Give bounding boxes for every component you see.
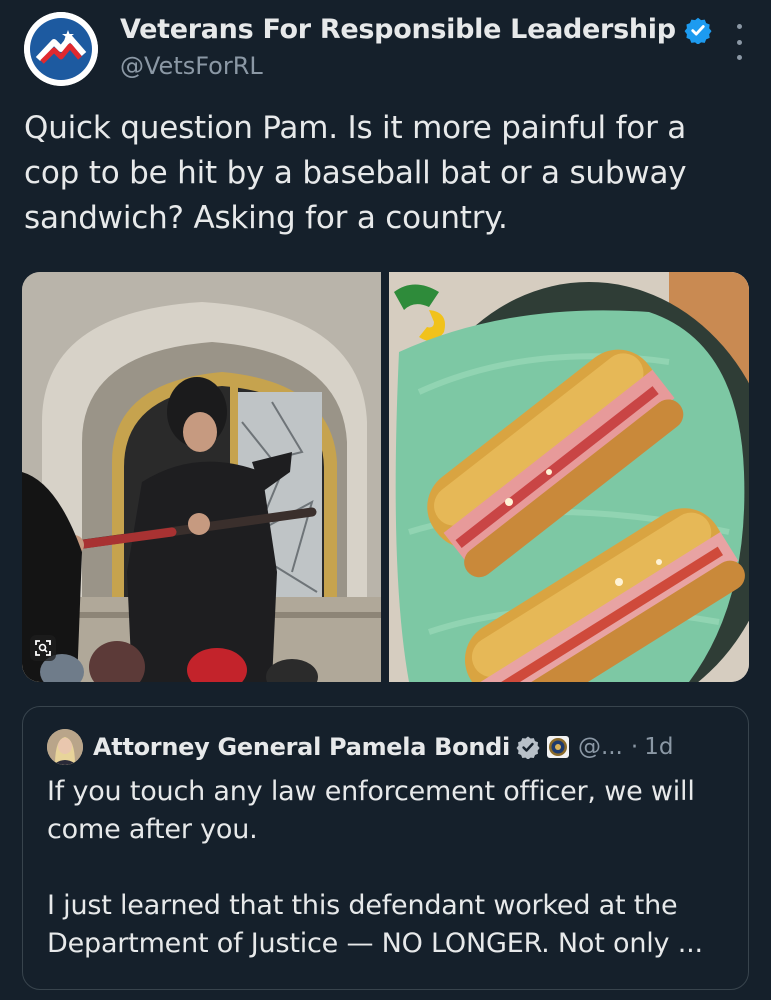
verified-badge-icon[interactable] (684, 16, 712, 44)
quoted-author-display-name[interactable]: Attorney General Pamela Bondi (93, 733, 510, 761)
tweet-header: Veterans For Responsible Leadership @Vet… (24, 10, 754, 90)
quoted-tweet-paragraph: If you touch any law enforcement officer… (47, 776, 695, 845)
author-display-name[interactable]: Veterans For Responsible Leadership (120, 14, 676, 45)
author-name-row: Veterans For Responsible Leadership (120, 14, 712, 45)
quoted-tweet[interactable]: Attorney General Pamela Bondi @... · 1d … (22, 706, 749, 990)
more-options-icon[interactable] (732, 24, 746, 60)
vets-logo-icon (24, 12, 98, 86)
capitol-riot-photo[interactable] (22, 272, 381, 682)
quoted-tweet-text: If you touch any law enforcement officer… (47, 773, 727, 963)
tweet-media[interactable] (22, 272, 749, 682)
tweet-text: Quick question Pam. Is it more painful f… (24, 110, 687, 236)
subway-sandwich-photo[interactable] (389, 272, 749, 682)
quoted-tweet-time[interactable]: 1d (644, 734, 673, 760)
quoted-verified-badge-icon[interactable] (516, 735, 540, 759)
quoted-tweet-paragraph: I just learned that this defendant worke… (47, 890, 703, 959)
quoted-tweet-header: Attorney General Pamela Bondi @... · 1d (47, 729, 673, 765)
time-separator: · (630, 734, 639, 760)
quoted-author-avatar[interactable] (47, 729, 83, 765)
quoted-author-handle[interactable]: @... (578, 734, 623, 760)
scan-search-icon[interactable] (30, 635, 56, 661)
author-handle[interactable]: @VetsForRL (120, 52, 263, 80)
doj-seal-icon (546, 736, 569, 758)
author-avatar[interactable] (24, 12, 98, 86)
